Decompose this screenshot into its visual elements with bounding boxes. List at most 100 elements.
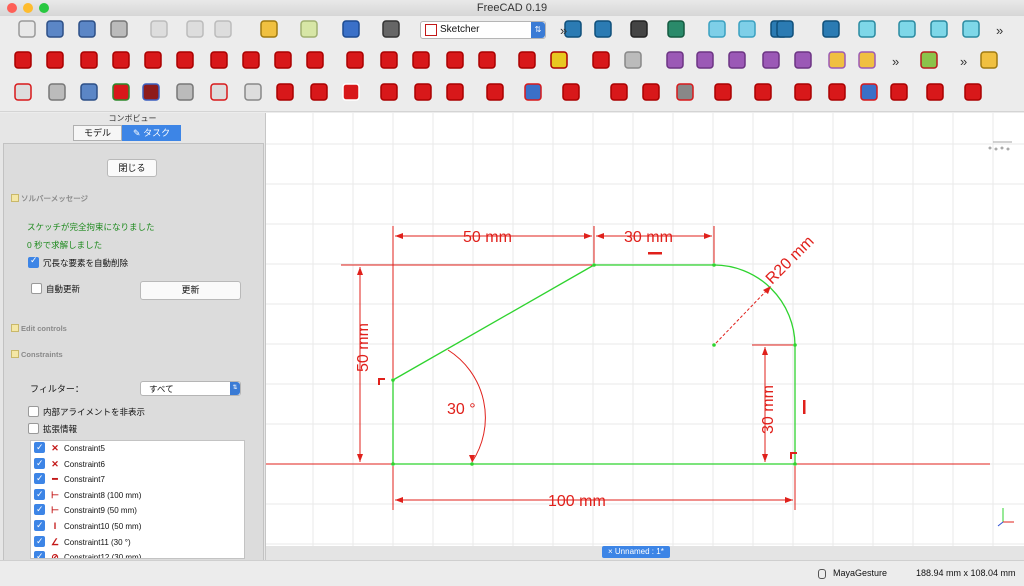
vertex[interactable] [592,263,596,267]
map-sketch-icon[interactable] [174,81,196,103]
circle-icon[interactable] [484,81,506,103]
constraint-checkbox[interactable] [34,487,45,502]
constraint-row[interactable]: ⊘ Constraint12 (30 mm) [31,549,244,558]
mouse-icon[interactable] [818,569,826,579]
right-view-icon[interactable] [960,18,982,40]
save-icon[interactable] [76,18,98,40]
constraint-checkbox[interactable] [34,549,45,558]
vertical-distance-icon[interactable] [410,49,432,71]
dimension-bottom[interactable]: 100 mm [548,493,606,510]
b-spline-increase-icon[interactable] [826,49,848,71]
forward-icon[interactable] [736,18,758,40]
update-button[interactable]: 更新 [140,281,241,300]
cut-icon[interactable] [148,18,170,40]
auto-update-checkbox[interactable] [31,283,42,294]
constraint-checkbox[interactable] [34,471,45,487]
symmetric-constraint-icon[interactable] [272,49,294,71]
polygon-icon[interactable] [674,81,696,103]
close-button[interactable]: 閉じる [107,159,157,177]
3d-view[interactable]: 50 mm 30 mm R20 mm 50 mm 30 ° 30 mm 100 … [266,113,1024,546]
auto-update[interactable]: 自動更新 [31,283,80,295]
dimension-top-left[interactable]: 50 mm [463,229,512,246]
filter-select[interactable]: すべて ⇅ [140,381,241,396]
auto-remove-redundants[interactable]: 冗長な要素を自動削除 [28,255,128,269]
b-spline-create-icon[interactable] [560,81,582,103]
validate-sketch-icon[interactable] [110,81,132,103]
tab-model[interactable]: モデル [73,125,123,141]
whats-this-icon[interactable] [380,18,402,40]
auto-remove-checkbox[interactable] [28,255,39,268]
lock-constraint-icon[interactable] [344,49,366,71]
constraint-row[interactable]: ⊢ Constraint9 (50 mm) [31,502,244,519]
measure-icon[interactable] [820,18,842,40]
bounding-box-icon[interactable] [665,18,687,40]
constraint-checkbox[interactable] [34,534,45,549]
sketch-edge-diagonal[interactable] [392,264,595,381]
select-constraints-icon[interactable] [242,81,264,103]
constraint-row[interactable]: ∠ Constraint11 (30 °) [31,534,244,551]
print-icon[interactable] [108,18,130,40]
horizontal-distance-icon[interactable] [378,49,400,71]
block-constraint-icon[interactable] [304,49,326,71]
parts-box-icon[interactable] [978,49,1000,71]
vertex[interactable] [793,462,797,466]
arc-center[interactable] [712,343,716,347]
merge-sketches-icon[interactable] [46,81,68,103]
distance-constraint-icon[interactable] [444,49,466,71]
dimension-angle[interactable]: 30 ° [447,401,476,418]
point-on-object-icon[interactable] [44,49,66,71]
extended-information[interactable]: 拡張情報 [28,423,77,435]
open-file-icon[interactable] [44,18,66,40]
mirror-sketch-icon[interactable] [78,81,100,103]
toolbar-overflow-icon[interactable]: » [960,54,967,69]
toolbar-overflow-icon[interactable]: » [996,23,1003,38]
equal-constraint-icon[interactable] [240,49,262,71]
extended-checkbox[interactable] [28,423,39,434]
navigation-cube-icon[interactable] [988,141,1012,151]
isometric-icon[interactable] [856,18,878,40]
refresh-icon[interactable] [340,18,362,40]
toolbar-overflow-icon[interactable]: » [892,54,899,69]
reorient-sketch-icon[interactable] [208,81,230,103]
constraint-row[interactable]: ✕ Constraint6 [31,456,244,473]
workbench-selector[interactable]: Sketcher ⇅ [420,21,546,39]
document-tab[interactable]: × Unnamed : 1* [602,546,670,558]
rectangle-icon[interactable] [640,81,662,103]
undo-icon[interactable] [258,18,280,40]
perpendicular-constraint-icon[interactable] [174,49,196,71]
top-view-icon[interactable] [928,18,950,40]
b-spline-knot-mult-icon[interactable] [856,49,878,71]
toolbar-overflow-icon[interactable]: » [560,23,567,38]
vertical-constraint-icon[interactable] [78,49,100,71]
slot-icon[interactable] [712,81,734,103]
dimension-left[interactable]: 50 mm [355,323,372,372]
internal-alignment-icon[interactable] [590,49,612,71]
horizontal-constraint-icon[interactable] [110,49,132,71]
toggle-driving-icon[interactable] [622,49,644,71]
clone-icon[interactable] [962,81,984,103]
select-elements-icon[interactable] [308,81,330,103]
constraint-row[interactable]: ✕ Constraint5 [31,441,244,457]
fit-selection-icon[interactable] [592,18,614,40]
std-views-icon[interactable] [774,18,796,40]
solver-messages-header[interactable]: ソルバーメッセージ [11,193,88,204]
select-origin-icon[interactable] [274,81,296,103]
paste-icon[interactable] [212,18,234,40]
point-icon[interactable] [378,81,400,103]
new-sketch-icon[interactable] [12,81,34,103]
constraint-checkbox[interactable] [34,456,45,471]
sketch-canvas[interactable]: 50 mm 30 mm R20 mm 50 mm 30 ° 30 mm 100 … [266,113,1024,546]
back-icon[interactable] [706,18,728,40]
constraints-header[interactable]: Constraints [11,350,63,359]
b-spline-knot-icon[interactable] [792,49,814,71]
b-spline-polygon-icon[interactable] [726,49,748,71]
fillet-icon[interactable] [752,81,774,103]
sketch-view-icon[interactable] [918,49,940,71]
snell-law-icon[interactable] [548,49,570,71]
hide-internal-alignment[interactable]: 内部アライメントを非表示 [28,406,145,418]
b-spline-degree-icon[interactable] [694,49,716,71]
dimension-radius[interactable]: R20 mm [763,233,818,288]
new-file-icon[interactable] [16,18,38,40]
constraint-row[interactable]: I Constraint10 (50 mm) [31,518,244,535]
arc-icon[interactable] [444,81,466,103]
